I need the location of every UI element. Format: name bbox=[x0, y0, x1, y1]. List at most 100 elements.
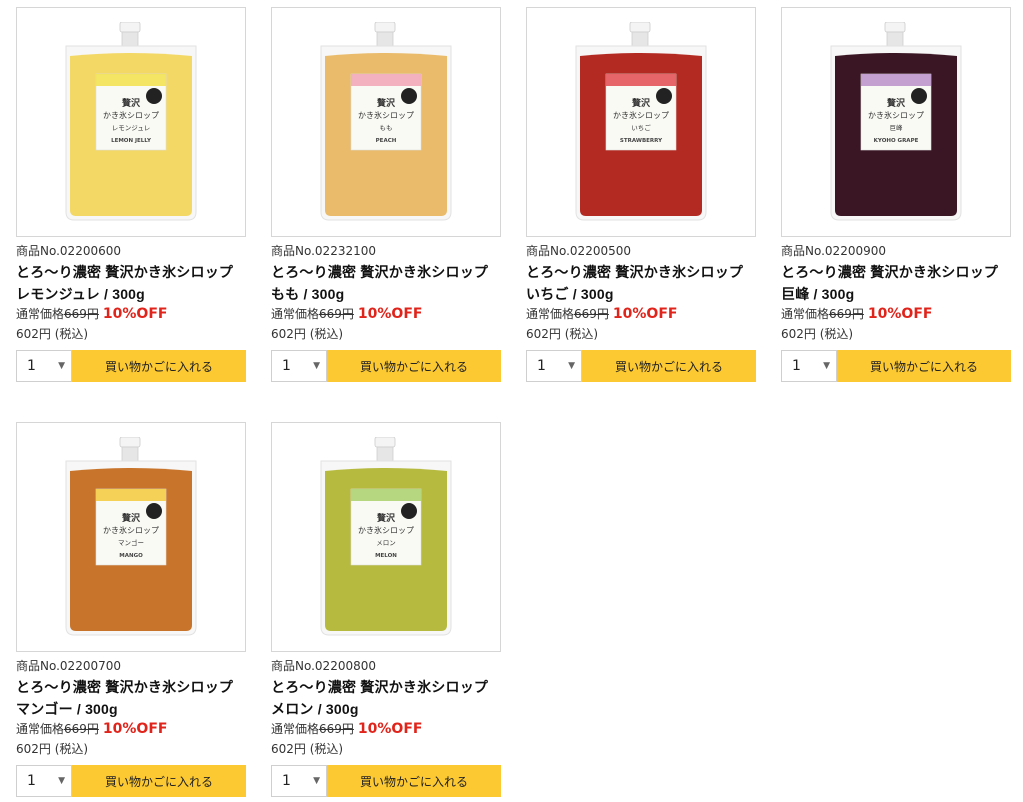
product-title-line2[interactable]: レモンジュレ / 300g bbox=[16, 283, 246, 305]
product-card: 贅沢 かき氷シロップ マンゴー MANGO 商品No.02200700 とろ～り… bbox=[16, 422, 246, 797]
product-card: 贅沢 かき氷シロップ いちご STRAWBERRY 商品No.02200500 … bbox=[526, 7, 756, 382]
product-image[interactable]: 贅沢 かき氷シロップ メロン MELON bbox=[271, 422, 501, 652]
regular-price: 669円 bbox=[319, 307, 354, 321]
dropdown-arrow-icon: ▼ bbox=[568, 361, 575, 371]
quantity-value: 1 bbox=[27, 358, 36, 374]
product-title-line1[interactable]: とろ～り濃密 贅沢かき氷シロップ bbox=[16, 261, 246, 283]
product-title[interactable]: とろ～り濃密 贅沢かき氷シロップ マンゴー / 300g bbox=[16, 676, 246, 720]
cart-row: 1 ▼ 買い物かごに入れる bbox=[526, 350, 756, 382]
dropdown-arrow-icon: ▼ bbox=[313, 361, 320, 371]
tax-label: (税込) bbox=[309, 742, 344, 756]
add-to-cart-button[interactable]: 買い物かごに入れる bbox=[72, 350, 246, 382]
syrup-pouch-image: 贅沢 かき氷シロップ レモンジュレ LEMON JELLY bbox=[65, 21, 197, 221]
add-to-cart-button[interactable]: 買い物かごに入れる bbox=[72, 765, 246, 797]
product-title[interactable]: とろ～り濃密 贅沢かき氷シロップ もも / 300g bbox=[271, 261, 501, 305]
quantity-value: 1 bbox=[537, 358, 546, 374]
product-title-line1[interactable]: とろ～り濃密 贅沢かき氷シロップ bbox=[526, 261, 756, 283]
product-title[interactable]: とろ～り濃密 贅沢かき氷シロップ いちご / 300g bbox=[526, 261, 756, 305]
syrup-pouch-image: 贅沢 かき氷シロップ マンゴー MANGO bbox=[65, 436, 197, 636]
syrup-pouch-image: 贅沢 かき氷シロップ 巨峰 KYOHO GRAPE bbox=[830, 21, 962, 221]
regular-price-row: 通常価格669円 10%OFF bbox=[526, 305, 756, 323]
sale-price-row: 602円 (税込) bbox=[271, 325, 501, 343]
tax-label: (税込) bbox=[309, 327, 344, 341]
product-title-line2[interactable]: 巨峰 / 300g bbox=[781, 283, 1011, 305]
tax-label: (税込) bbox=[54, 742, 89, 756]
product-number: 商品No.02200600 bbox=[16, 244, 122, 258]
dropdown-arrow-icon: ▼ bbox=[58, 776, 65, 786]
svg-text:かき氷シロップ: かき氷シロップ bbox=[868, 110, 924, 120]
svg-text:かき氷シロップ: かき氷シロップ bbox=[358, 525, 414, 535]
svg-text:いちご: いちご bbox=[631, 123, 651, 132]
syrup-pouch-image: 贅沢 かき氷シロップ いちご STRAWBERRY bbox=[575, 21, 707, 221]
product-title-line2[interactable]: もも / 300g bbox=[271, 283, 501, 305]
svg-text:PEACH: PEACH bbox=[376, 138, 397, 144]
product-card: 贅沢 かき氷シロップ もも PEACH 商品No.02232100 とろ～り濃密… bbox=[271, 7, 501, 382]
product-image[interactable]: 贅沢 かき氷シロップ いちご STRAWBERRY bbox=[526, 7, 756, 237]
tax-label: (税込) bbox=[564, 327, 599, 341]
regular-price: 669円 bbox=[829, 307, 864, 321]
quantity-value: 1 bbox=[27, 773, 36, 789]
product-title-line1[interactable]: とろ～り濃密 贅沢かき氷シロップ bbox=[271, 261, 501, 283]
product-title-line2[interactable]: メロン / 300g bbox=[271, 698, 501, 720]
svg-text:STRAWBERRY: STRAWBERRY bbox=[620, 138, 663, 144]
sale-price: 602円 bbox=[16, 742, 51, 756]
product-title-line1[interactable]: とろ～り濃密 贅沢かき氷シロップ bbox=[781, 261, 1011, 283]
add-to-cart-button[interactable]: 買い物かごに入れる bbox=[582, 350, 756, 382]
quantity-select[interactable]: 1 ▼ bbox=[271, 350, 327, 382]
dropdown-arrow-icon: ▼ bbox=[823, 361, 830, 371]
svg-text:贅沢: 贅沢 bbox=[376, 512, 396, 524]
quantity-select[interactable]: 1 ▼ bbox=[271, 765, 327, 797]
regular-price-row: 通常価格669円 10%OFF bbox=[271, 305, 501, 323]
regular-price-row: 通常価格669円 10%OFF bbox=[781, 305, 1011, 323]
product-number: 商品No.02200900 bbox=[781, 244, 887, 258]
add-to-cart-button[interactable]: 買い物かごに入れる bbox=[327, 350, 501, 382]
svg-text:贅沢: 贅沢 bbox=[886, 97, 906, 109]
cart-row: 1 ▼ 買い物かごに入れる bbox=[16, 765, 246, 797]
product-image[interactable]: 贅沢 かき氷シロップ マンゴー MANGO bbox=[16, 422, 246, 652]
svg-text:贅沢: 贅沢 bbox=[376, 97, 396, 109]
tax-label: (税込) bbox=[54, 327, 89, 341]
regular-price: 669円 bbox=[574, 307, 609, 321]
product-title[interactable]: とろ～り濃密 贅沢かき氷シロップ メロン / 300g bbox=[271, 676, 501, 720]
regular-price-row: 通常価格669円 10%OFF bbox=[16, 720, 246, 738]
cart-row: 1 ▼ 買い物かごに入れる bbox=[16, 350, 246, 382]
product-card: 贅沢 かき氷シロップ 巨峰 KYOHO GRAPE 商品No.02200900 … bbox=[781, 7, 1011, 382]
discount-badge: 10%OFF bbox=[102, 306, 168, 322]
product-title[interactable]: とろ～り濃密 贅沢かき氷シロップ レモンジュレ / 300g bbox=[16, 261, 246, 305]
product-card: 贅沢 かき氷シロップ メロン MELON 商品No.02200800 とろ～り濃… bbox=[271, 422, 501, 797]
svg-text:贅沢: 贅沢 bbox=[121, 512, 141, 524]
product-title[interactable]: とろ～り濃密 贅沢かき氷シロップ 巨峰 / 300g bbox=[781, 261, 1011, 305]
product-image[interactable]: 贅沢 かき氷シロップ レモンジュレ LEMON JELLY bbox=[16, 7, 246, 237]
cart-row: 1 ▼ 買い物かごに入れる bbox=[271, 350, 501, 382]
product-card: 贅沢 かき氷シロップ レモンジュレ LEMON JELLY 商品No.02200… bbox=[16, 7, 246, 382]
regular-price-row: 通常価格669円 10%OFF bbox=[16, 305, 246, 323]
product-image[interactable]: 贅沢 かき氷シロップ 巨峰 KYOHO GRAPE bbox=[781, 7, 1011, 237]
svg-text:KYOHO GRAPE: KYOHO GRAPE bbox=[874, 138, 919, 144]
quantity-select[interactable]: 1 ▼ bbox=[781, 350, 837, 382]
discount-badge: 10%OFF bbox=[102, 721, 168, 737]
add-to-cart-button[interactable]: 買い物かごに入れる bbox=[837, 350, 1011, 382]
product-title-line1[interactable]: とろ～り濃密 贅沢かき氷シロップ bbox=[16, 676, 246, 698]
regular-price-label: 通常価格 bbox=[16, 307, 65, 321]
product-image[interactable]: 贅沢 かき氷シロップ もも PEACH bbox=[271, 7, 501, 237]
regular-price: 669円 bbox=[64, 307, 99, 321]
svg-text:MELON: MELON bbox=[375, 553, 397, 559]
tax-label: (税込) bbox=[819, 327, 854, 341]
quantity-select[interactable]: 1 ▼ bbox=[526, 350, 582, 382]
svg-text:贅沢: 贅沢 bbox=[631, 97, 651, 109]
svg-text:かき氷シロップ: かき氷シロップ bbox=[613, 110, 669, 120]
sale-price-row: 602円 (税込) bbox=[16, 325, 246, 343]
quantity-select[interactable]: 1 ▼ bbox=[16, 350, 72, 382]
product-title-line2[interactable]: マンゴー / 300g bbox=[16, 698, 246, 720]
quantity-select[interactable]: 1 ▼ bbox=[16, 765, 72, 797]
regular-price-label: 通常価格 bbox=[271, 722, 320, 736]
sale-price-row: 602円 (税込) bbox=[781, 325, 1011, 343]
svg-text:MANGO: MANGO bbox=[119, 553, 143, 559]
svg-text:メロン: メロン bbox=[376, 539, 396, 547]
sale-price: 602円 bbox=[271, 327, 306, 341]
syrup-pouch-image: 贅沢 かき氷シロップ もも PEACH bbox=[320, 21, 452, 221]
product-title-line2[interactable]: いちご / 300g bbox=[526, 283, 756, 305]
product-title-line1[interactable]: とろ～り濃密 贅沢かき氷シロップ bbox=[271, 676, 501, 698]
add-to-cart-button[interactable]: 買い物かごに入れる bbox=[327, 765, 501, 797]
svg-text:LEMON JELLY: LEMON JELLY bbox=[111, 138, 152, 144]
